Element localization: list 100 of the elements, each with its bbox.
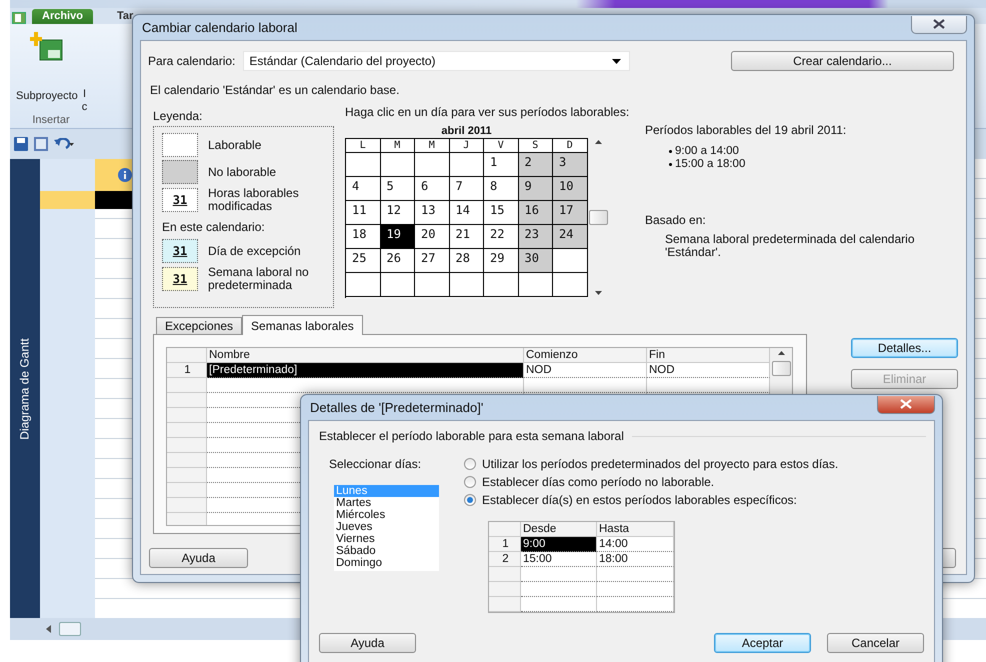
subproject-icon[interactable] — [30, 32, 64, 62]
table-cell[interactable] — [597, 567, 674, 582]
calendar-day[interactable]: 18 — [346, 225, 380, 249]
table-cell[interactable]: 18:00 — [597, 552, 674, 567]
days-list[interactable]: Lunes Martes Miércoles Jueves Viernes Sábado Domingo — [334, 485, 439, 571]
calendar-cell — [415, 153, 450, 177]
ribbon-command-label[interactable]: Subproyecto — [16, 90, 78, 103]
calendar-day[interactable]: 17 — [553, 201, 588, 225]
column-header: Comienzo — [524, 348, 647, 363]
close-button[interactable] — [911, 16, 967, 34]
table-cell[interactable]: 14:00 — [597, 537, 674, 552]
view-bar-label: Diagrama de Gantt — [18, 338, 32, 440]
calendar-day[interactable]: 7 — [450, 177, 484, 201]
table-cell[interactable]: NOD — [524, 363, 647, 378]
table-cell[interactable] — [521, 567, 597, 582]
calendar-cell — [553, 249, 588, 273]
option-label: Utilizar los períodos predeterminados del proyecto para estos días. — [482, 457, 838, 471]
calendar-day[interactable]: 5 — [380, 177, 415, 201]
calendar-day[interactable]: 21 — [450, 225, 484, 249]
tab[interactable]: Semanas laborales — [242, 315, 363, 335]
calendar-day[interactable]: 20 — [415, 225, 450, 249]
scroll-up-icon[interactable] — [778, 351, 784, 355]
table-cell[interactable] — [521, 597, 597, 612]
scroll-down-icon[interactable] — [595, 291, 602, 295]
legend-label: Día de excepción — [208, 244, 301, 258]
calendar-day[interactable]: 19 — [380, 225, 415, 249]
calendar-day[interactable]: 12 — [380, 201, 415, 225]
tab[interactable]: Excepciones — [156, 317, 242, 334]
table-cell[interactable]: [Predeterminado] — [207, 363, 524, 378]
help-button[interactable]: Ayuda — [319, 633, 416, 653]
table-cell[interactable]: 15:00 — [521, 552, 597, 567]
radio-button[interactable] — [464, 476, 476, 488]
dialog-title: Cambiar calendario laboral — [141, 20, 298, 35]
close-button[interactable] — [877, 396, 935, 414]
calendar-day[interactable]: 26 — [380, 249, 415, 273]
calendar-day[interactable]: 22 — [484, 225, 518, 249]
calendar-day[interactable]: 27 — [415, 249, 450, 273]
details-button[interactable]: Detalles... — [851, 338, 958, 358]
help-button[interactable]: Ayuda — [149, 548, 248, 568]
calendar-day[interactable]: 1 — [484, 153, 518, 177]
view-bar[interactable]: Diagrama de Gantt — [10, 159, 40, 618]
ribbon-tab[interactable]: Archivo — [32, 9, 93, 24]
calendar-day[interactable]: 15 — [484, 201, 518, 225]
calendar-day[interactable]: 6 — [415, 177, 450, 201]
days-label: Seleccionar días: — [329, 457, 422, 471]
table-cell[interactable]: 9:00 — [521, 537, 597, 552]
group-title: Establecer el período laborable para esta semana laboral — [319, 429, 624, 443]
table-cell[interactable]: NOD — [647, 363, 770, 378]
legend-label: No laborable — [208, 166, 276, 178]
scroll-up-icon[interactable] — [595, 140, 602, 144]
radio-button[interactable] — [464, 494, 476, 506]
calendar-day[interactable]: 8 — [484, 177, 518, 201]
legend-heading: En este calendario: — [162, 219, 266, 236]
table-cell[interactable] — [521, 582, 597, 597]
save-icon[interactable] — [14, 137, 28, 151]
table-cell[interactable] — [647, 378, 770, 393]
calendar-day[interactable]: 2 — [518, 153, 553, 177]
table-cell[interactable] — [597, 582, 674, 597]
calendar-cell — [450, 153, 484, 177]
day-list-item[interactable]: Viernes — [334, 533, 439, 545]
table-cell[interactable] — [597, 597, 674, 612]
period-text: 9:00 a 14:00 — [675, 145, 739, 158]
table-cell[interactable] — [524, 378, 647, 393]
accept-button[interactable]: Aceptar — [714, 633, 811, 653]
calendar-day[interactable]: 23 — [518, 225, 553, 249]
scroll-left-icon[interactable] — [46, 625, 51, 633]
based-on-text: Semana laboral predeterminada del calendario 'Estándar'. — [665, 233, 915, 259]
calendar-day[interactable]: 3 — [553, 153, 588, 177]
scroll-thumb[interactable] — [59, 622, 81, 636]
calendar-day[interactable]: 10 — [553, 177, 588, 201]
calendar-day[interactable]: 9 — [518, 177, 553, 201]
calendar-dropdown[interactable]: Estándar (Calendario del proyecto) — [243, 51, 630, 71]
bullet-icon — [669, 150, 672, 153]
day-list-item[interactable]: Sábado — [334, 545, 439, 557]
calendar-day[interactable]: 25 — [346, 249, 380, 273]
cancel-button[interactable]: Cancelar — [827, 633, 924, 653]
calendar-day[interactable]: 24 — [553, 225, 588, 249]
calendar-day[interactable]: 16 — [518, 201, 553, 225]
table-cell[interactable] — [207, 378, 524, 393]
create-calendar-button[interactable]: Crear calendario... — [731, 51, 954, 71]
calendar-day[interactable]: 29 — [484, 249, 518, 273]
ribbon-command-label[interactable]: I — [82, 88, 86, 101]
bullet-icon — [669, 163, 672, 166]
calendar-day[interactable]: 28 — [450, 249, 484, 273]
calendar-day[interactable]: 14 — [450, 201, 484, 225]
calendar-day[interactable]: 11 — [346, 201, 380, 225]
undo-icon[interactable] — [54, 138, 74, 150]
day-list-item[interactable]: Jueves — [334, 521, 439, 533]
day-list-item[interactable]: Miércoles — [334, 509, 439, 521]
day-list-item[interactable]: Domingo — [334, 557, 439, 569]
calendar-day[interactable]: 4 — [346, 177, 380, 201]
document-icon[interactable] — [34, 137, 48, 151]
scroll-thumb[interactable] — [772, 361, 790, 376]
day-list-item[interactable]: Martes — [334, 497, 439, 509]
radio-button[interactable] — [464, 458, 476, 470]
calendar-day[interactable]: 13 — [415, 201, 450, 225]
row-number: 1 — [489, 537, 521, 552]
ribbon-command-label[interactable]: c — [82, 101, 88, 114]
calendar-day[interactable]: 30 — [518, 249, 553, 273]
scroll-thumb[interactable] — [589, 210, 608, 225]
